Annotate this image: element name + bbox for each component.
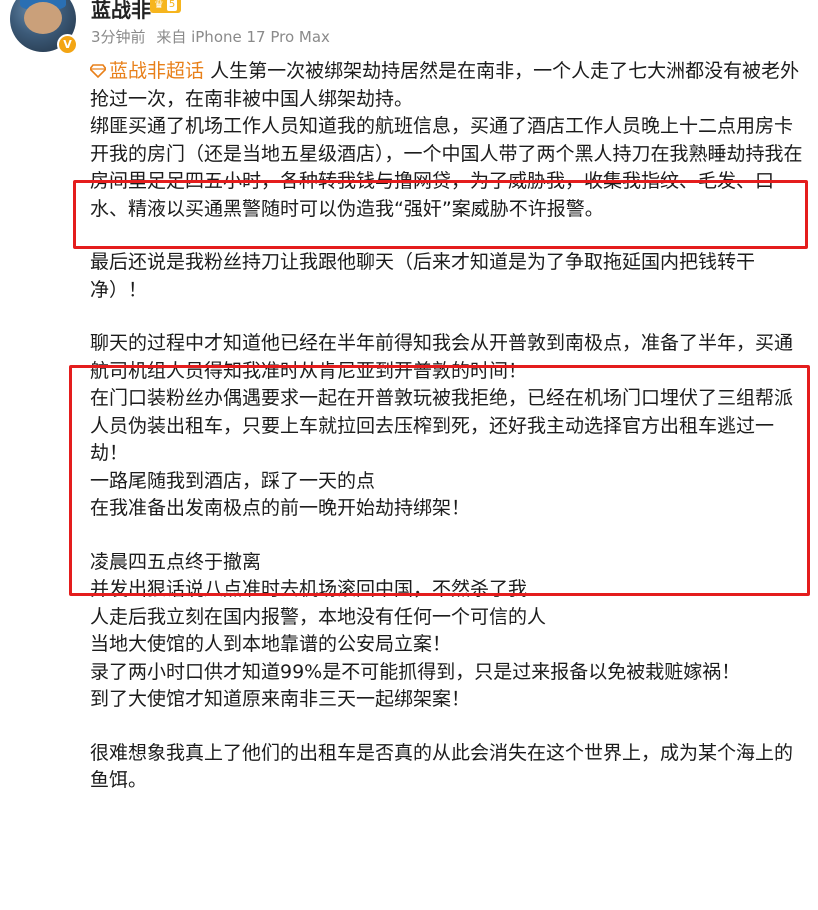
author-name[interactable]: 蓝战非 <box>91 0 151 23</box>
crown-icon: ♛ <box>154 0 164 11</box>
post-meta: 3分钟前 来自 iPhone 17 Pro Max <box>91 26 336 47</box>
post-line: 在门口装粉丝办偶遇要求一起在开普敦玩被我拒绝，已经在机场门口埋伏了三组帮派人员伪… <box>90 387 794 464</box>
post-line: 当地大使馆的人到本地靠谱的公安局立案！ <box>90 633 452 655</box>
post-line: 聊天的过程中才知道他已经在半年前得知我会从开普敦到南极点，准备了半年，买通航司机… <box>90 332 794 382</box>
post-line: 在我准备出发南极点的前一晚开始劫持绑架！ <box>90 497 471 519</box>
post-body: 蓝战非超话 人生第一次被绑架劫持居然是在南非，一个人走了七大洲都没有被老外抢过一… <box>90 58 810 795</box>
post-line: 很难想象我真上了他们的出租车是否真的从此会消失在这个世界上，成为某个海上的鱼饵。 <box>90 741 794 792</box>
avatar-face <box>24 2 62 34</box>
supertopic-link[interactable]: 蓝战非超话 <box>90 60 204 82</box>
post-line: 人走后我立刻在国内报警，本地没有任何一个可信的人 <box>90 605 547 628</box>
member-level-number: 5 <box>166 0 178 11</box>
post-line: 一路尾随我到酒店，踩了一天的点 <box>90 469 376 492</box>
verified-badge-icon: V <box>57 34 78 55</box>
supertopic-label: 蓝战非超话 <box>109 60 205 82</box>
post-line: 最后还说是我粉丝持刀让我跟他聊天（后来才知道是为了争取拖延国内把钱转干净）！ <box>90 251 756 301</box>
post-line: 录了两小时口供才知道99%是不可能抓得到，只是过来报备以免被栽赃嫁祸！ <box>90 660 741 683</box>
post-time: 3分钟前 <box>91 28 146 46</box>
post-paragraph: 蓝战非超话 人生第一次被绑架劫持居然是在南非，一个人走了七大洲都没有被老外抢过一… <box>90 58 810 113</box>
post-line: 并发出狠话说八点准时去机场滚回中国，不然杀了我 <box>90 578 528 600</box>
post-header: V 蓝战非 ♛ 5 3分钟前 来自 iPhone 17 Pro Max <box>0 0 818 60</box>
post-line: 绑匪买通了机场工作人员知道我的航班信息，买通了酒店工作人员晚上十二点用房卡开我的… <box>90 115 803 220</box>
post-source: 来自 iPhone 17 Pro Max <box>156 28 330 46</box>
post-line: 凌晨四五点终于撤离 <box>90 550 262 573</box>
member-level-badge[interactable]: ♛ 5 <box>150 0 182 13</box>
post-line: 到了大使馆才知道原来南非三天一起绑架案！ <box>90 688 471 710</box>
supertopic-diamond-icon <box>90 64 106 78</box>
